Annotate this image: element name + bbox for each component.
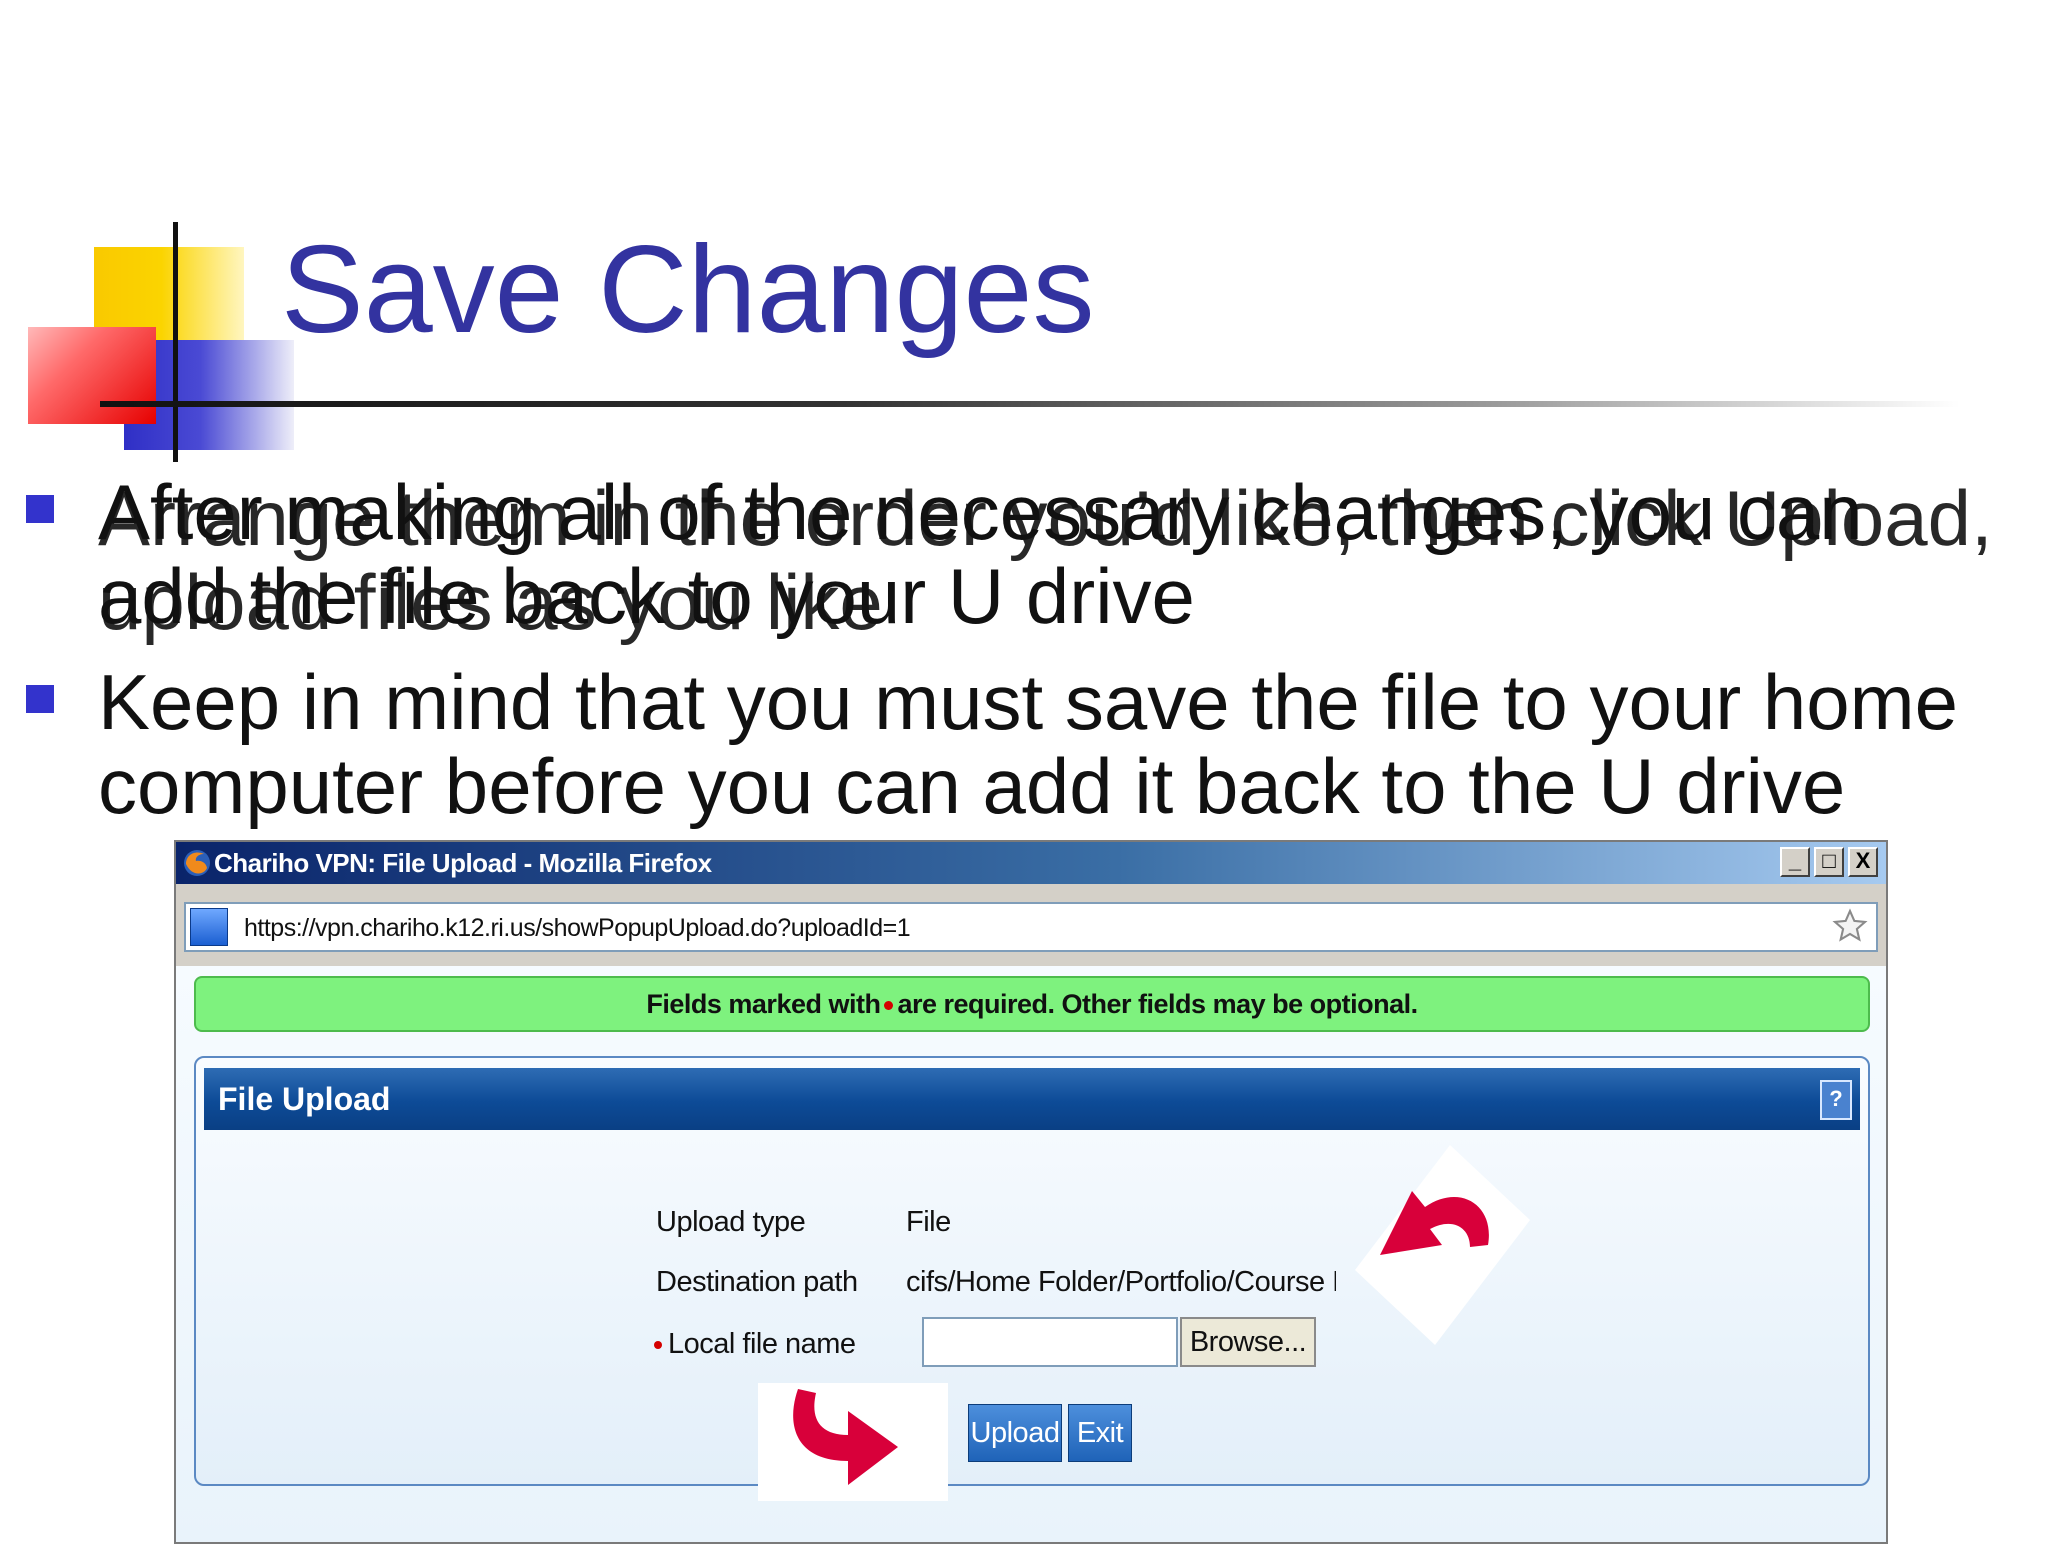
firefox-icon <box>184 850 210 876</box>
exit-button[interactable]: Exit <box>1068 1404 1132 1462</box>
decor-vertical-line <box>173 222 178 462</box>
upload-button[interactable]: Upload <box>968 1404 1062 1462</box>
panel-header: File Upload ? <box>204 1068 1860 1130</box>
required-marker-icon <box>654 1341 662 1349</box>
upload-type-label: Upload type <box>656 1206 806 1238</box>
destination-path-value: cifs/Home Folder/Portfolio/Course Proje.… <box>906 1266 1336 1298</box>
bullet-1-overlap-line-2: upload files as you like <box>98 558 883 646</box>
bullet-1-overlap-text: Arrange them in the order you’d like, th… <box>98 476 1993 644</box>
red-arrow-icon <box>1355 1145 1530 1345</box>
notice-text-after: are required. Other fields may be option… <box>897 989 1418 1019</box>
local-file-input[interactable] <box>922 1317 1178 1367</box>
destination-path-label: Destination path <box>656 1266 858 1298</box>
url-text[interactable]: https://vpn.chariho.k12.ri.us/showPopupU… <box>244 914 911 943</box>
bullet-2-line-1: Keep in mind that you must save the file… <box>98 658 1959 746</box>
minimize-button[interactable]: _ <box>1780 847 1810 877</box>
required-fields-notice: Fields marked with are required. Other fi… <box>194 976 1870 1032</box>
decor-red-square <box>28 327 156 424</box>
window-title: Chariho VPN: File Upload - Mozilla Firef… <box>214 848 712 878</box>
required-dot-icon <box>884 1001 894 1011</box>
title-underline <box>100 401 1960 407</box>
bullet-1-overlap-line-1: Arrange them in the order you’d like, th… <box>98 474 1993 562</box>
local-file-name-label: Local file name <box>668 1328 856 1360</box>
slide-title: Save Changes <box>281 221 1095 359</box>
site-icon <box>190 908 228 946</box>
bookmark-star-icon[interactable] <box>1832 908 1868 944</box>
close-button[interactable]: X <box>1848 847 1878 877</box>
bullet-2-text: Keep in mind that you must save the file… <box>98 660 1958 828</box>
bullet-marker-2 <box>26 685 54 713</box>
notice-text-before: Fields marked with <box>646 989 881 1019</box>
bullet-marker-1 <box>26 495 54 523</box>
help-button[interactable]: ? <box>1820 1080 1852 1120</box>
maximize-button[interactable]: □ <box>1814 847 1844 877</box>
red-arrow-icon <box>758 1383 948 1501</box>
window-titlebar: Chariho VPN: File Upload - Mozilla Firef… <box>176 842 1886 884</box>
panel-title: File Upload <box>218 1081 391 1117</box>
address-bar[interactable]: https://vpn.chariho.k12.ri.us/showPopupU… <box>184 902 1878 952</box>
bullet-2-line-2: computer before you can add it back to t… <box>98 742 1846 830</box>
browse-button[interactable]: Browse... <box>1180 1317 1316 1367</box>
upload-type-value: File <box>906 1206 951 1238</box>
